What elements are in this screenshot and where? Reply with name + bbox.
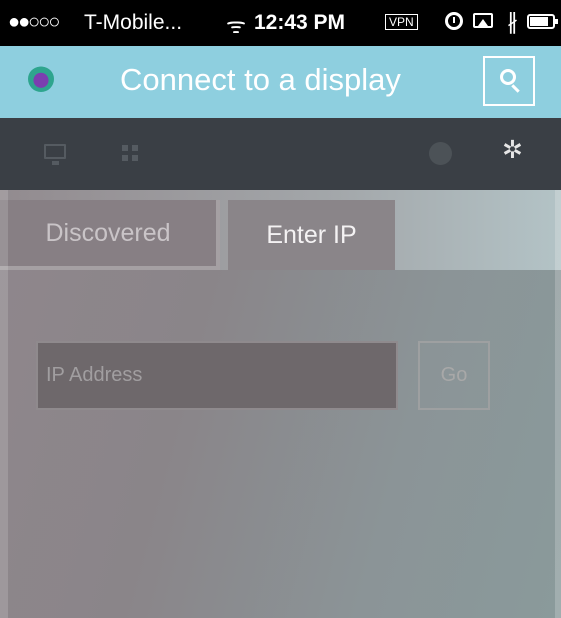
globe-icon[interactable] bbox=[429, 142, 452, 165]
status-bar: ●●○○○ T-Mobile... ᯤ 12:43 PM VPN ∦ bbox=[0, 0, 561, 46]
battery-level-fill bbox=[530, 17, 548, 26]
app-screen: ●●○○○ T-Mobile... ᯤ 12:43 PM VPN ∦ Conne… bbox=[0, 0, 561, 618]
left-edge-overlay bbox=[0, 190, 8, 618]
tab-bar: Discovered Enter IP bbox=[0, 200, 561, 270]
monitor-icon[interactable] bbox=[44, 144, 66, 165]
vpn-badge: VPN bbox=[385, 14, 418, 30]
tab-discovered[interactable]: Discovered bbox=[0, 200, 220, 270]
airplay-icon bbox=[473, 13, 493, 28]
signal-strength-icon: ●●○○○ bbox=[8, 11, 60, 33]
battery-icon bbox=[527, 14, 558, 29]
right-edge-overlay bbox=[555, 190, 561, 618]
search-icon bbox=[500, 69, 516, 85]
wifi-icon: ᯤ bbox=[226, 13, 247, 38]
tab-enter-ip[interactable]: Enter IP bbox=[228, 200, 395, 270]
carrier-name: T-Mobile... bbox=[84, 11, 183, 34]
page-title: Connect to a display bbox=[120, 62, 401, 97]
gear-icon[interactable]: ✲ bbox=[502, 135, 523, 165]
search-button[interactable] bbox=[483, 56, 535, 106]
toolbar: ✲ bbox=[0, 118, 561, 190]
status-time: 12:43 PM bbox=[254, 11, 346, 34]
main-content: Discovered Enter IP IP Address Go bbox=[0, 190, 561, 618]
grid-icon[interactable] bbox=[122, 145, 138, 161]
search-icon-handle bbox=[511, 84, 520, 93]
bluetooth-icon: ∦ bbox=[507, 9, 518, 34]
go-button[interactable]: Go bbox=[418, 341, 490, 410]
ip-address-input[interactable]: IP Address bbox=[36, 341, 398, 410]
app-header: Connect to a display bbox=[0, 46, 561, 118]
alarm-icon bbox=[445, 12, 463, 30]
app-logo-icon[interactable] bbox=[28, 66, 54, 92]
